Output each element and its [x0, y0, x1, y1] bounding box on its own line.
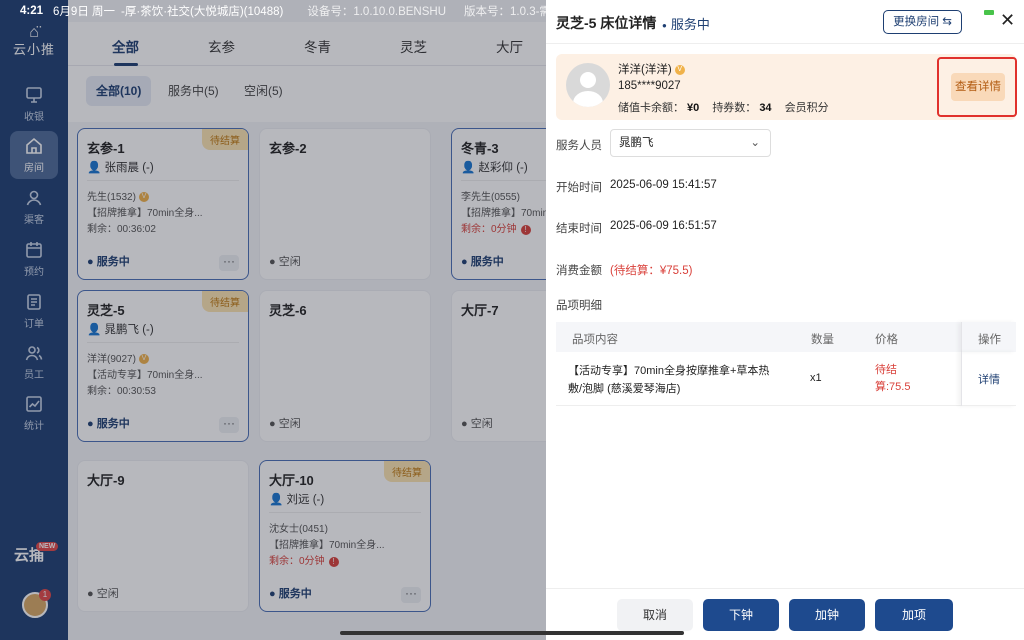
- table-row: 【活动专享】70min全身按摩推拿+草本热 敷/泡脚 (慈溪爱琴海店) x1 待…: [556, 352, 1016, 406]
- battery-icon: [984, 10, 994, 15]
- end-time-label: 结束时间: [556, 223, 602, 235]
- add-time-button[interactable]: 加钟: [789, 599, 865, 631]
- start-time-value: 2025-06-09 15:41:57: [610, 179, 717, 191]
- item-detail-link[interactable]: 详情: [961, 352, 1016, 406]
- view-details-button[interactable]: 查看详情: [951, 73, 1005, 101]
- items-section-label: 品项明细: [556, 300, 602, 312]
- amount-label: 消费金额: [556, 265, 602, 277]
- highlight-box: 查看详情: [937, 57, 1017, 117]
- staff-select[interactable]: 晁鹏飞 ⌄: [610, 129, 771, 157]
- bed-detail-drawer: 灵芝-5 床位详情 服务中 更换房间 ⇆ ✕ 洋洋(洋洋)V 185****90…: [546, 0, 1024, 640]
- item-price: 待结 算:75.5: [875, 364, 911, 393]
- drawer-header: 灵芝-5 床位详情 服务中 更换房间 ⇆ ✕: [546, 0, 1024, 44]
- start-time-label: 开始时间: [556, 182, 602, 194]
- member-avatar: [566, 63, 610, 107]
- item-content: 【活动专享】70min全身按摩推拿+草本热 敷/泡脚 (慈溪爱琴海店): [568, 365, 770, 395]
- amount-value: (待结算：¥75.5): [610, 265, 693, 277]
- drawer-title: 灵芝-5 床位详情: [556, 15, 657, 31]
- col-content: 品项内容: [572, 334, 618, 346]
- member-name: 洋洋(洋洋) V: [618, 61, 685, 77]
- change-room-button[interactable]: 更换房间 ⇆: [883, 10, 962, 34]
- version-number: 版本号：1.0.3-需要电: [464, 6, 546, 18]
- col-qty: 数量: [811, 334, 834, 346]
- status-time: 4:21: [20, 5, 44, 17]
- end-time-value: 2025-06-09 16:51:57: [610, 220, 717, 232]
- staff-select-value: 晁鹏飞: [619, 137, 654, 149]
- items-table-header: 品项内容 数量 价格 操作: [556, 322, 1016, 352]
- modal-backdrop[interactable]: [0, 0, 546, 640]
- service-status: 服务中: [662, 14, 710, 33]
- add-item-button[interactable]: 加项: [875, 599, 953, 631]
- device-number: 设备号：1.0.10.0.BENSHU: [307, 6, 447, 18]
- coupon-count: 34: [759, 102, 772, 114]
- staff-label: 服务人员: [556, 140, 602, 152]
- member-card: 洋洋(洋洋) V 185****9027 储值卡余额： ¥0 持券数： 34 会员积分…: [556, 54, 1017, 120]
- store-name: -厚·茶饮·社交(大悦城店)(10488): [121, 6, 284, 18]
- cancel-button[interactable]: 取消: [617, 599, 693, 631]
- chevron-down-icon: ⌄: [750, 137, 760, 149]
- col-action: 操作: [961, 322, 1016, 352]
- card-balance: ¥0: [687, 102, 700, 114]
- change-room-label: 更换房间: [893, 16, 940, 28]
- col-price: 价格: [875, 334, 898, 346]
- home-indicator: [340, 631, 684, 635]
- end-service-button[interactable]: 下钟: [703, 599, 779, 631]
- vip-icon: V: [674, 64, 685, 75]
- item-qty: x1: [810, 372, 822, 384]
- status-date: 6月9日 周一: [53, 6, 116, 18]
- close-icon[interactable]: ✕: [1000, 10, 1015, 31]
- swap-icon: ⇆: [942, 16, 952, 28]
- member-phone: 185****9027: [618, 80, 681, 92]
- system-status-bar: 4:21 6月9日 周一 -厚·茶饮·社交(大悦城店)(10488) 设备号：1…: [0, 0, 546, 22]
- member-stats: 储值卡余额： ¥0 持券数： 34 会员积分: [618, 102, 829, 114]
